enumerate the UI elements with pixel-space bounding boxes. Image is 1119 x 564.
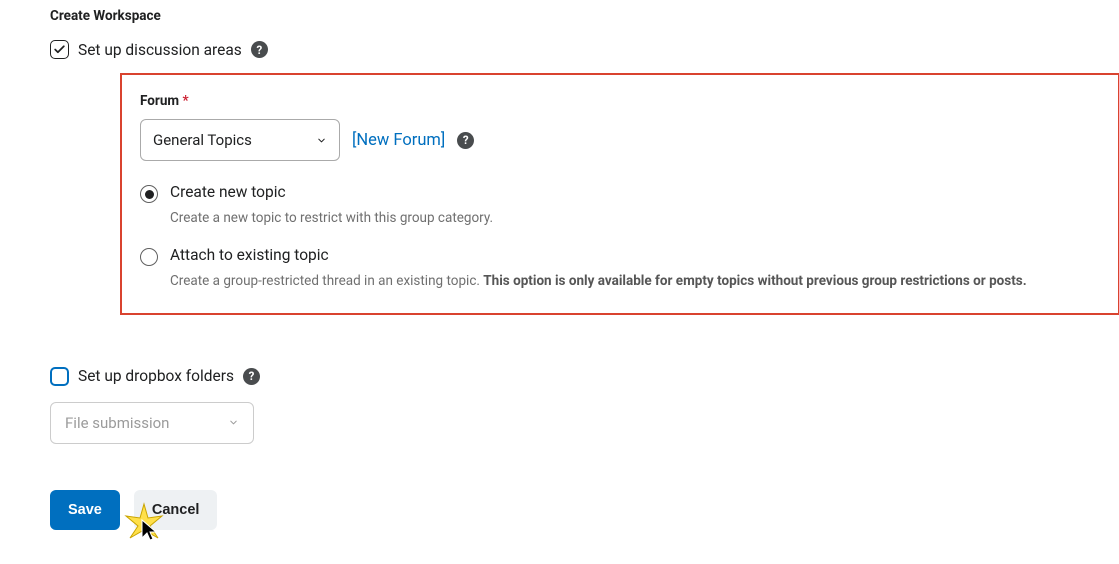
help-icon[interactable]: ? <box>457 132 474 149</box>
chevron-down-icon <box>316 135 327 146</box>
help-icon[interactable]: ? <box>251 41 268 58</box>
discussion-areas-label: Set up discussion areas <box>78 41 242 59</box>
forum-select-value: General Topics <box>153 131 252 149</box>
discussion-areas-checkbox[interactable] <box>50 40 69 59</box>
section-title: Create Workspace <box>50 8 1069 24</box>
save-button[interactable]: Save <box>50 490 120 530</box>
help-icon[interactable]: ? <box>243 368 260 385</box>
check-icon <box>53 43 66 56</box>
forum-label: Forum * <box>140 93 1100 109</box>
dropbox-folders-label: Set up dropbox folders <box>78 367 234 385</box>
create-new-topic-radio[interactable] <box>140 185 158 203</box>
attach-existing-topic-label: Attach to existing topic <box>170 246 329 264</box>
create-new-topic-desc: Create a new topic to restrict with this… <box>170 209 1100 228</box>
attach-existing-topic-radio[interactable] <box>140 248 158 266</box>
dropbox-folders-checkbox[interactable] <box>50 367 69 386</box>
chevron-down-icon <box>228 417 239 428</box>
forum-select[interactable]: General Topics <box>140 119 340 161</box>
create-new-topic-label: Create new topic <box>170 183 286 201</box>
attach-existing-topic-desc: Create a group-restricted thread in an e… <box>170 272 1100 291</box>
file-submission-select[interactable]: File submission <box>50 402 254 444</box>
discussion-config-panel: Forum * General Topics [New Forum] ? Cre… <box>120 73 1119 315</box>
cancel-button[interactable]: Cancel <box>134 490 218 530</box>
new-forum-link[interactable]: [New Forum] <box>352 131 445 150</box>
file-submission-placeholder: File submission <box>65 414 169 432</box>
